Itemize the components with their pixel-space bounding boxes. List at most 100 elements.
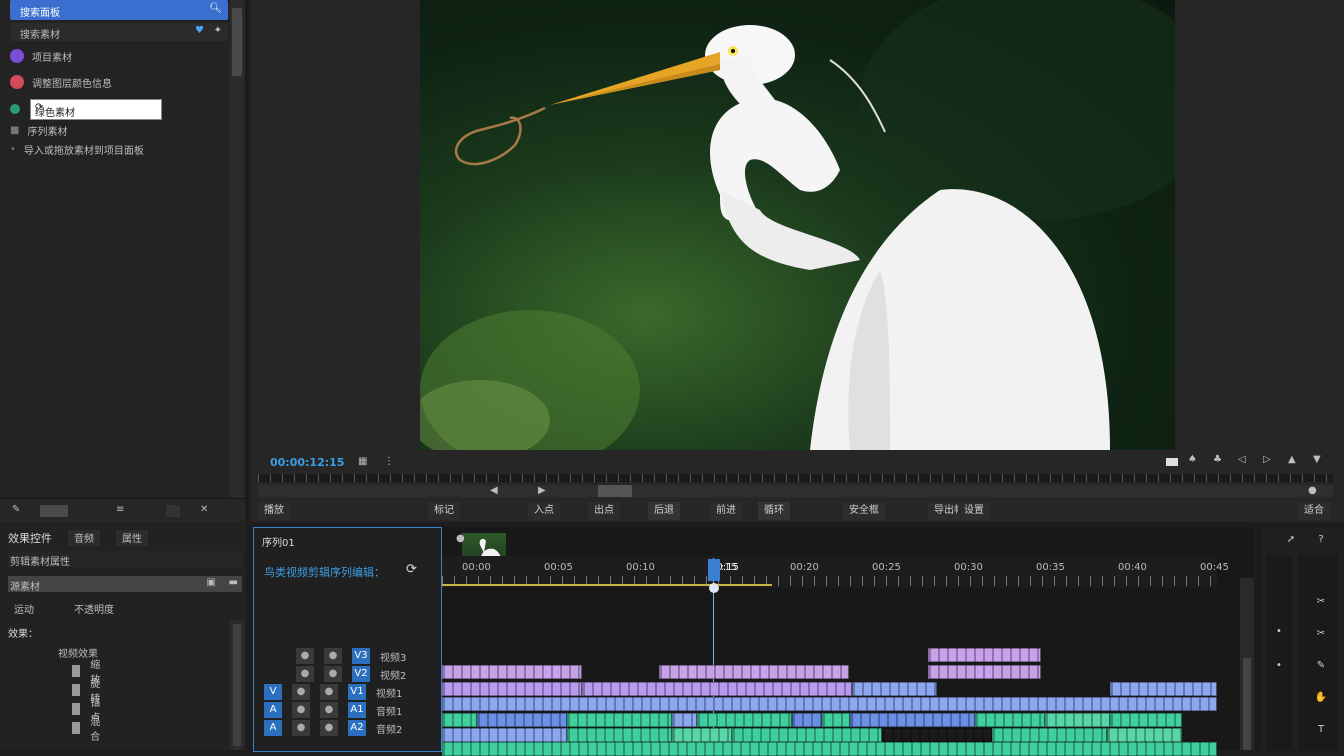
source-patch[interactable]: A	[264, 702, 282, 718]
transport-settings[interactable]: 设置	[958, 502, 990, 520]
playhead-knob[interactable]	[709, 583, 719, 593]
refresh-icon[interactable]: ⟳	[35, 102, 156, 113]
timeline-clip[interactable]	[442, 728, 567, 742]
track-target[interactable]: A1	[348, 702, 366, 718]
tab-effect-controls[interactable]: 效果控件	[8, 530, 52, 546]
zoom-handle[interactable]	[598, 485, 632, 497]
project-scrollbar[interactable]	[230, 0, 244, 522]
work-area-bar[interactable]	[442, 584, 772, 586]
transport-marker[interactable]: 标记	[428, 502, 460, 520]
transport-loop[interactable]: 循环	[758, 502, 790, 520]
link-icon[interactable]: ⟳	[406, 562, 417, 577]
selected-clip-row[interactable]: 源素材 ▣ ▬	[8, 576, 242, 593]
timeline-clip[interactable]	[928, 665, 1041, 679]
lock-icon[interactable]: ●	[296, 666, 314, 682]
pen-tool-icon[interactable]: ✎	[1310, 657, 1332, 675]
zoom-right-icon[interactable]: ●	[1308, 485, 1317, 496]
timeline-clip[interactable]	[882, 728, 992, 742]
zoom-slider[interactable]	[40, 505, 68, 517]
rate-tool-icon[interactable]: •	[1268, 657, 1290, 675]
timeline-clip[interactable]	[732, 728, 882, 742]
timeline-clip[interactable]	[442, 682, 582, 696]
opacity-label[interactable]: 不透明度	[74, 601, 114, 616]
fx-item[interactable]: 混合	[72, 717, 104, 743]
fit-dropdown[interactable]: 适合	[1298, 502, 1330, 520]
zoom-left-icon[interactable]: ◀	[490, 485, 498, 496]
marker-icon[interactable]	[1166, 458, 1178, 466]
zoom-mid-icon[interactable]: ▶	[538, 485, 546, 496]
timeline-clip[interactable]	[992, 728, 1107, 742]
step-forward-icon[interactable]: ▷	[1263, 454, 1271, 465]
pen-icon[interactable]: ✎	[12, 504, 20, 515]
list-view-icon[interactable]: ≡	[116, 504, 124, 515]
wand-icon[interactable]: ✦	[214, 25, 222, 36]
scroll-thumb[interactable]	[1243, 658, 1251, 750]
lift-icon[interactable]: ▲	[1288, 454, 1296, 465]
timeline-clip[interactable]	[822, 713, 850, 727]
solo-icon[interactable]: ●	[320, 702, 338, 718]
more-icon[interactable]: ▬	[229, 577, 238, 588]
timeline-clip[interactable]	[567, 713, 672, 727]
timeline-clip[interactable]	[928, 648, 1041, 662]
track-target[interactable]: A2	[348, 720, 366, 736]
motion-label[interactable]: 运动	[14, 601, 34, 616]
timeline-clip[interactable]	[672, 713, 697, 727]
rename-input[interactable]: 绿色素材 ⟳	[30, 99, 162, 120]
ripple-tool-icon[interactable]: •	[1268, 623, 1290, 641]
transport-out[interactable]: 出点	[588, 502, 620, 520]
track-target[interactable]: V1	[348, 684, 366, 700]
timeline-clip[interactable]	[442, 665, 582, 679]
sync-icon[interactable]: ●	[320, 684, 338, 700]
lock-icon[interactable]: ●	[296, 648, 314, 664]
timeline-clip[interactable]	[659, 665, 849, 679]
extract-icon[interactable]: ▼	[1313, 454, 1321, 465]
timeline-clip[interactable]	[1045, 713, 1110, 727]
timeline-clip[interactable]	[792, 713, 822, 727]
hand-tool-icon[interactable]: ✋	[1310, 689, 1332, 707]
zoom-bar[interactable]: ◀ ▶ ●	[258, 485, 1333, 497]
timeline-scrubber[interactable]	[258, 474, 1333, 482]
help-icon[interactable]: ?	[1310, 531, 1332, 549]
solo-icon[interactable]: ●	[320, 720, 338, 736]
heart-icon[interactable]: ♥	[195, 25, 204, 36]
timeline-clip[interactable]	[1110, 713, 1182, 727]
sync-icon[interactable]: ●	[324, 666, 342, 682]
sync-icon[interactable]: ●	[324, 648, 342, 664]
mute-icon[interactable]: ●	[292, 702, 310, 718]
mute-icon[interactable]: ●	[292, 720, 310, 736]
delete-icon[interactable]: ✕	[200, 504, 208, 515]
slip-tool-icon[interactable]: ✂	[1310, 625, 1332, 643]
filter-row[interactable]: 搜索素材 ♥ ✦	[10, 23, 228, 41]
timeline-clip[interactable]	[442, 742, 1217, 756]
transport-safe[interactable]: 安全框	[843, 502, 885, 520]
sequence-title[interactable]: 序列01	[262, 534, 295, 549]
timeline-ruler[interactable]: 00:00 00:05 00:10 00:15 00:20 00:25 00:30 00:35…	[442, 556, 1311, 588]
track-target[interactable]: V3	[352, 648, 370, 664]
timecode[interactable]: 00:00:12:15	[270, 456, 344, 469]
razor-tool-icon[interactable]: ✂	[1310, 593, 1332, 611]
timeline-clip[interactable]	[567, 728, 672, 742]
scroll-thumb[interactable]	[232, 8, 242, 76]
transport-forward[interactable]: 前进	[710, 502, 742, 520]
timeline-clip[interactable]	[975, 713, 1045, 727]
timeline-clip[interactable]	[442, 713, 477, 727]
project-item-3[interactable]	[10, 100, 20, 118]
timeline-clip[interactable]	[850, 713, 975, 727]
step-back-icon[interactable]: ◁	[1238, 454, 1246, 465]
timeline-clip[interactable]	[672, 728, 732, 742]
in-point-icon[interactable]: ♠	[1188, 454, 1197, 465]
new-bin-icon[interactable]	[166, 505, 180, 517]
project-item-4[interactable]: ■ 序列素材	[10, 121, 67, 139]
project-item-2[interactable]: 调整图层颜色信息	[10, 73, 112, 91]
playhead-handle[interactable]	[708, 559, 720, 581]
out-point-icon[interactable]: ♣	[1213, 454, 1222, 465]
transport-back[interactable]: 后退	[648, 502, 680, 520]
props-scrollbar[interactable]	[230, 620, 244, 750]
project-item-5[interactable]: • 导入或拖放素材到项目面板	[10, 140, 144, 158]
project-item-1[interactable]: 项目素材	[10, 47, 72, 65]
search-icon[interactable]: 🔍︎	[209, 3, 222, 14]
lock-icon[interactable]: ●	[292, 684, 310, 700]
search-bar[interactable]: 搜索面板 🔍︎	[10, 0, 228, 20]
timeline-clip[interactable]	[852, 682, 937, 696]
transport-in[interactable]: 入点	[528, 502, 560, 520]
